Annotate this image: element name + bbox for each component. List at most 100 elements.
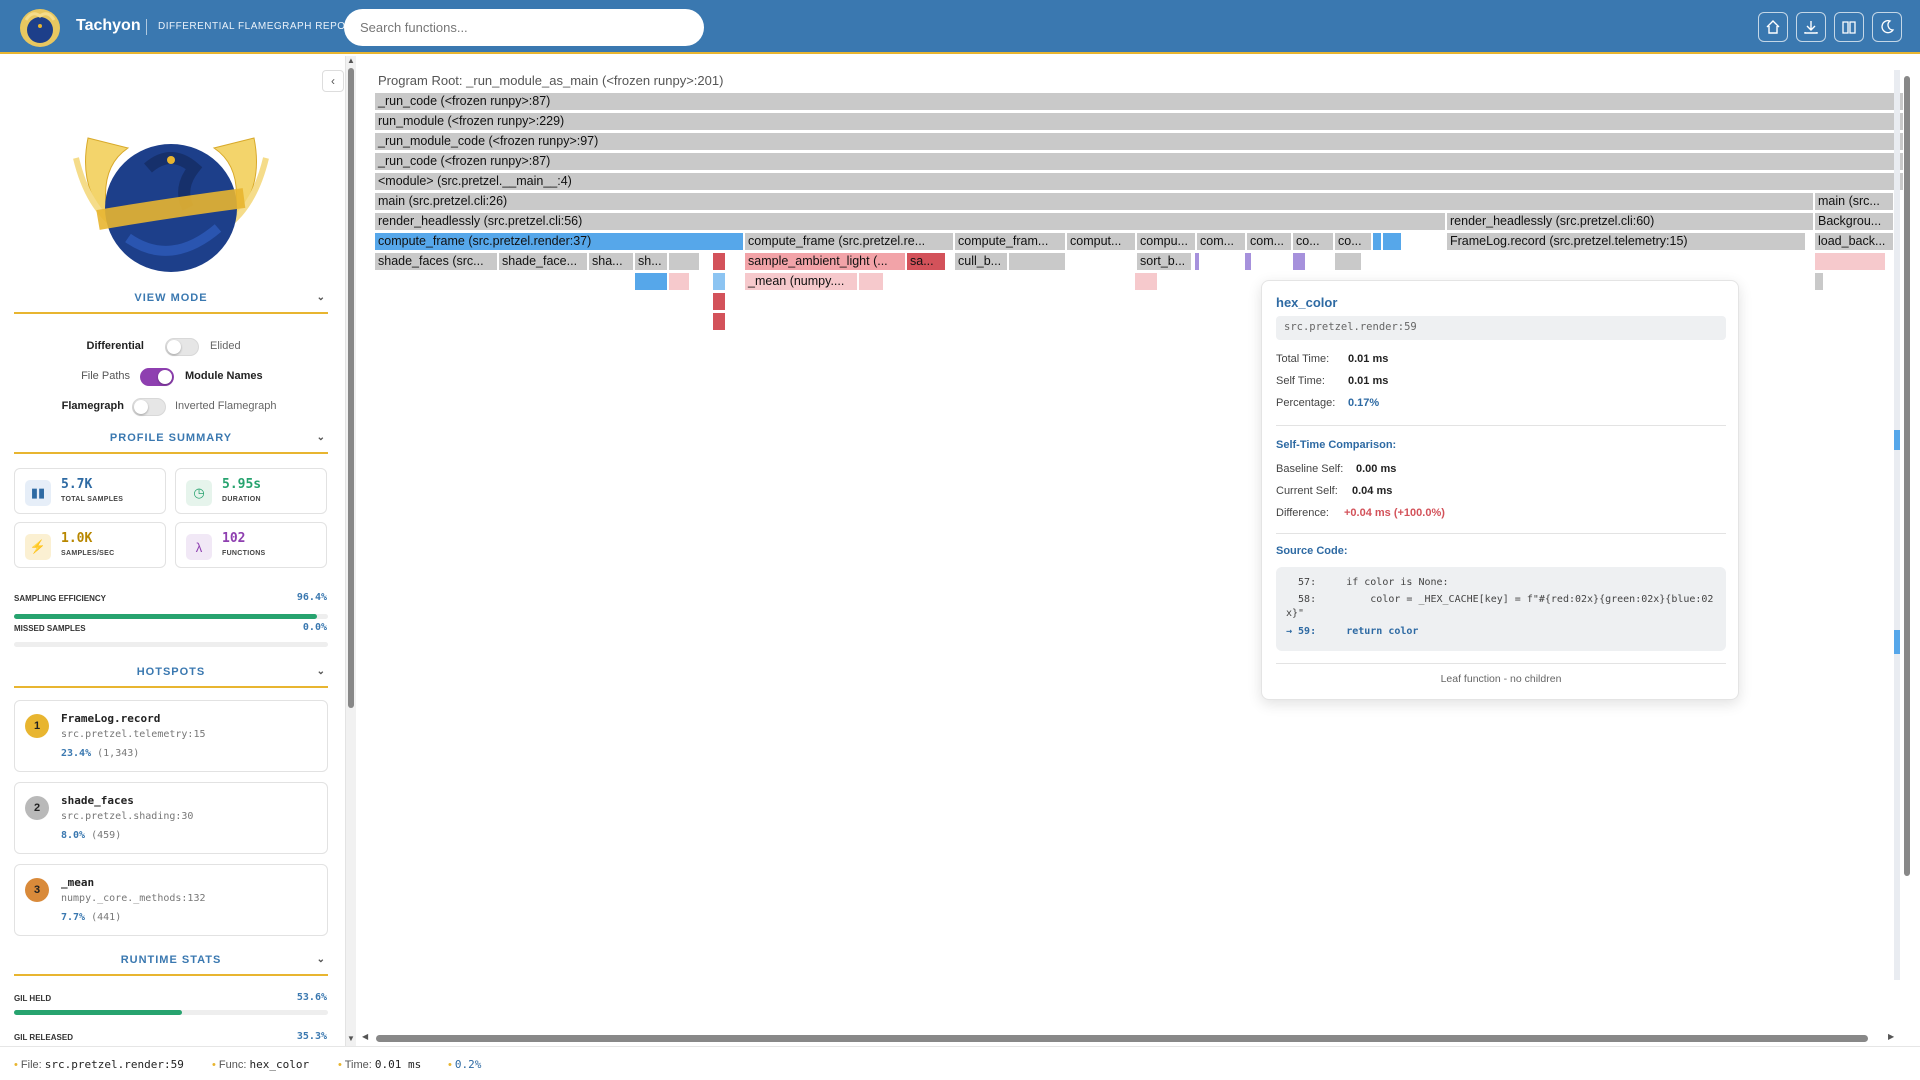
flame-frame[interactable]: main (src.pretzel.cli:26) bbox=[374, 192, 1814, 211]
flame-frame[interactable] bbox=[634, 272, 668, 291]
flame-frame[interactable] bbox=[1814, 252, 1886, 271]
hotspot-item[interactable]: 2 shade_faces src.pretzel.shading:30 8.0… bbox=[14, 782, 328, 854]
header-divider bbox=[146, 19, 147, 35]
flame-frame[interactable]: cull_b... bbox=[954, 252, 1008, 271]
flame-frame[interactable]: comput... bbox=[1066, 232, 1136, 251]
hotspot-name: shade_faces bbox=[61, 794, 134, 807]
flame-frame[interactable]: com... bbox=[1196, 232, 1246, 251]
flame-frame[interactable]: compute_frame (src.pretzel.re... bbox=[744, 232, 954, 251]
baseline-value: 0.00 ms bbox=[1356, 463, 1397, 475]
rank-badge: 1 bbox=[25, 714, 49, 738]
flame-frame[interactable]: _run_module_code (<frozen runpy>:97) bbox=[374, 132, 1904, 151]
collapse-sidebar-button[interactable]: ‹ bbox=[322, 70, 344, 92]
flame-frame[interactable] bbox=[1244, 252, 1252, 271]
flame-frame[interactable]: sh... bbox=[634, 252, 668, 271]
flame-frame[interactable]: main (src... bbox=[1814, 192, 1894, 211]
flamegraph-vertical-scrollbar[interactable] bbox=[1900, 70, 1914, 1030]
tachyon-logo-icon[interactable] bbox=[18, 6, 62, 48]
flamegraph-horizontal-scrollbar[interactable]: ◀ ▶ bbox=[358, 1032, 1898, 1044]
flame-frame[interactable] bbox=[1292, 252, 1306, 271]
view-mode-header[interactable]: VIEW MODE ⌄ bbox=[14, 292, 328, 314]
gil-held-bar bbox=[14, 1010, 328, 1015]
flame-frame[interactable]: render_headlessly (src.pretzel.cli:60) bbox=[1446, 212, 1814, 231]
chevron-down-icon: ⌄ bbox=[316, 292, 326, 303]
hotspot-count: (1,343) bbox=[97, 748, 140, 759]
theme-toggle-button[interactable] bbox=[1872, 12, 1902, 42]
flame-frame[interactable] bbox=[712, 252, 726, 271]
flame-frame[interactable]: FrameLog.record (src.pretzel.telemetry:1… bbox=[1446, 232, 1806, 251]
rank-badge: 3 bbox=[25, 878, 49, 902]
functions-card: λ 102 FUNCTIONS bbox=[175, 522, 327, 568]
search-input[interactable] bbox=[344, 9, 704, 46]
flame-frame[interactable]: render_headlessly (src.pretzel.cli:56) bbox=[374, 212, 1446, 231]
flame-frame[interactable]: sample_ambient_light (... bbox=[744, 252, 906, 271]
runtime-stats-header[interactable]: RUNTIME STATS ⌄ bbox=[14, 954, 328, 976]
flame-frame[interactable] bbox=[1334, 252, 1362, 271]
flame-frame[interactable]: run_module (<frozen runpy>:229) bbox=[374, 112, 1904, 131]
download-button[interactable] bbox=[1796, 12, 1826, 42]
home-button[interactable] bbox=[1758, 12, 1788, 42]
flame-frame[interactable] bbox=[1372, 232, 1382, 251]
differential-elided-switch[interactable] bbox=[165, 338, 199, 356]
flame-frame[interactable] bbox=[712, 312, 726, 331]
vertical-scroll-thumb[interactable] bbox=[1904, 76, 1910, 876]
flame-frame[interactable] bbox=[668, 252, 700, 271]
flame-frame[interactable] bbox=[712, 292, 726, 311]
flame-frame[interactable] bbox=[668, 272, 690, 291]
scroll-up-icon[interactable]: ▲ bbox=[347, 56, 355, 65]
sidebar: ‹ VIEW MODE ⌄ Differential Elided File P… bbox=[0, 56, 346, 1046]
flame-frame[interactable]: _run_code (<frozen runpy>:87) bbox=[374, 152, 1904, 171]
tachyon-brand-logo bbox=[73, 137, 269, 272]
hotspot-item[interactable]: 3 _mean numpy._core._methods:132 7.7% (4… bbox=[14, 864, 328, 936]
flame-frame[interactable]: com... bbox=[1246, 232, 1292, 251]
baseline-label: Baseline Self: bbox=[1276, 463, 1344, 475]
flame-frame[interactable]: load_back... bbox=[1814, 232, 1894, 251]
flame-frame[interactable]: co... bbox=[1292, 232, 1334, 251]
hotspot-item[interactable]: 1 FrameLog.record src.pretzel.telemetry:… bbox=[14, 700, 328, 772]
gil-held-fill bbox=[14, 1010, 183, 1015]
flame-frame[interactable]: shade_faces (src... bbox=[374, 252, 498, 271]
total-samples-card: ▮▮ 5.7K TOTAL SAMPLES bbox=[14, 468, 166, 514]
flame-frame[interactable] bbox=[1194, 252, 1200, 271]
flame-frame[interactable]: sort_b... bbox=[1136, 252, 1192, 271]
file-module-switch[interactable] bbox=[140, 368, 174, 386]
scroll-down-icon[interactable]: ▼ bbox=[347, 1034, 355, 1043]
flame-frame[interactable]: _mean (numpy.... bbox=[744, 272, 858, 291]
flame-frame[interactable] bbox=[1814, 272, 1824, 291]
lightning-icon: ⚡ bbox=[25, 534, 51, 560]
differential-label: Differential bbox=[86, 340, 144, 352]
docs-button[interactable] bbox=[1834, 12, 1864, 42]
flame-frame[interactable]: compute_fram... bbox=[954, 232, 1066, 251]
flame-frame[interactable]: compute_frame (src.pretzel.render:37) bbox=[374, 232, 744, 251]
hotspots-header[interactable]: HOTSPOTS ⌄ bbox=[14, 666, 328, 688]
flame-frame[interactable]: Backgrou... bbox=[1814, 212, 1894, 231]
home-icon bbox=[1766, 20, 1780, 34]
flame-frame[interactable] bbox=[712, 272, 726, 291]
flame-frame[interactable]: sha... bbox=[588, 252, 634, 271]
sidebar-scroll-thumb[interactable] bbox=[348, 68, 354, 708]
self-time-value: 0.01 ms bbox=[1348, 375, 1389, 387]
flame-frame[interactable]: shade_face... bbox=[498, 252, 588, 271]
flame-frame[interactable] bbox=[1134, 272, 1158, 291]
sidebar-scrollbar[interactable]: ▲ ▼ bbox=[346, 56, 356, 1046]
flamegraph-inverted-switch[interactable] bbox=[132, 398, 166, 416]
flame-frame[interactable]: co... bbox=[1334, 232, 1372, 251]
flame-frame[interactable] bbox=[1382, 232, 1402, 251]
flame-frame[interactable]: compu... bbox=[1136, 232, 1196, 251]
flame-frame[interactable]: _run_code (<frozen runpy>:87) bbox=[374, 92, 1904, 111]
flame-frame[interactable]: sa... bbox=[906, 252, 946, 271]
flame-frame[interactable] bbox=[858, 272, 884, 291]
horizontal-scroll-thumb[interactable] bbox=[376, 1035, 1868, 1042]
hotspot-name: FrameLog.record bbox=[61, 712, 161, 725]
flame-frame[interactable]: <module> (src.pretzel.__main__:4) bbox=[374, 172, 1904, 191]
profile-summary-header[interactable]: PROFILE SUMMARY ⌄ bbox=[14, 432, 328, 454]
scroll-right-icon[interactable]: ▶ bbox=[1888, 1032, 1894, 1041]
scroll-left-icon[interactable]: ◀ bbox=[362, 1032, 368, 1041]
chevron-left-icon: ‹ bbox=[331, 74, 335, 88]
samples-per-sec-label: SAMPLES/SEC bbox=[61, 550, 115, 557]
flame-frame[interactable] bbox=[1008, 252, 1066, 271]
hotspots-title: HOTSPOTS bbox=[136, 666, 206, 678]
comparison-title: Self-Time Comparison: bbox=[1276, 439, 1397, 451]
tooltip-title: hex_color bbox=[1276, 295, 1338, 310]
total-samples-value: 5.7K bbox=[61, 477, 93, 492]
